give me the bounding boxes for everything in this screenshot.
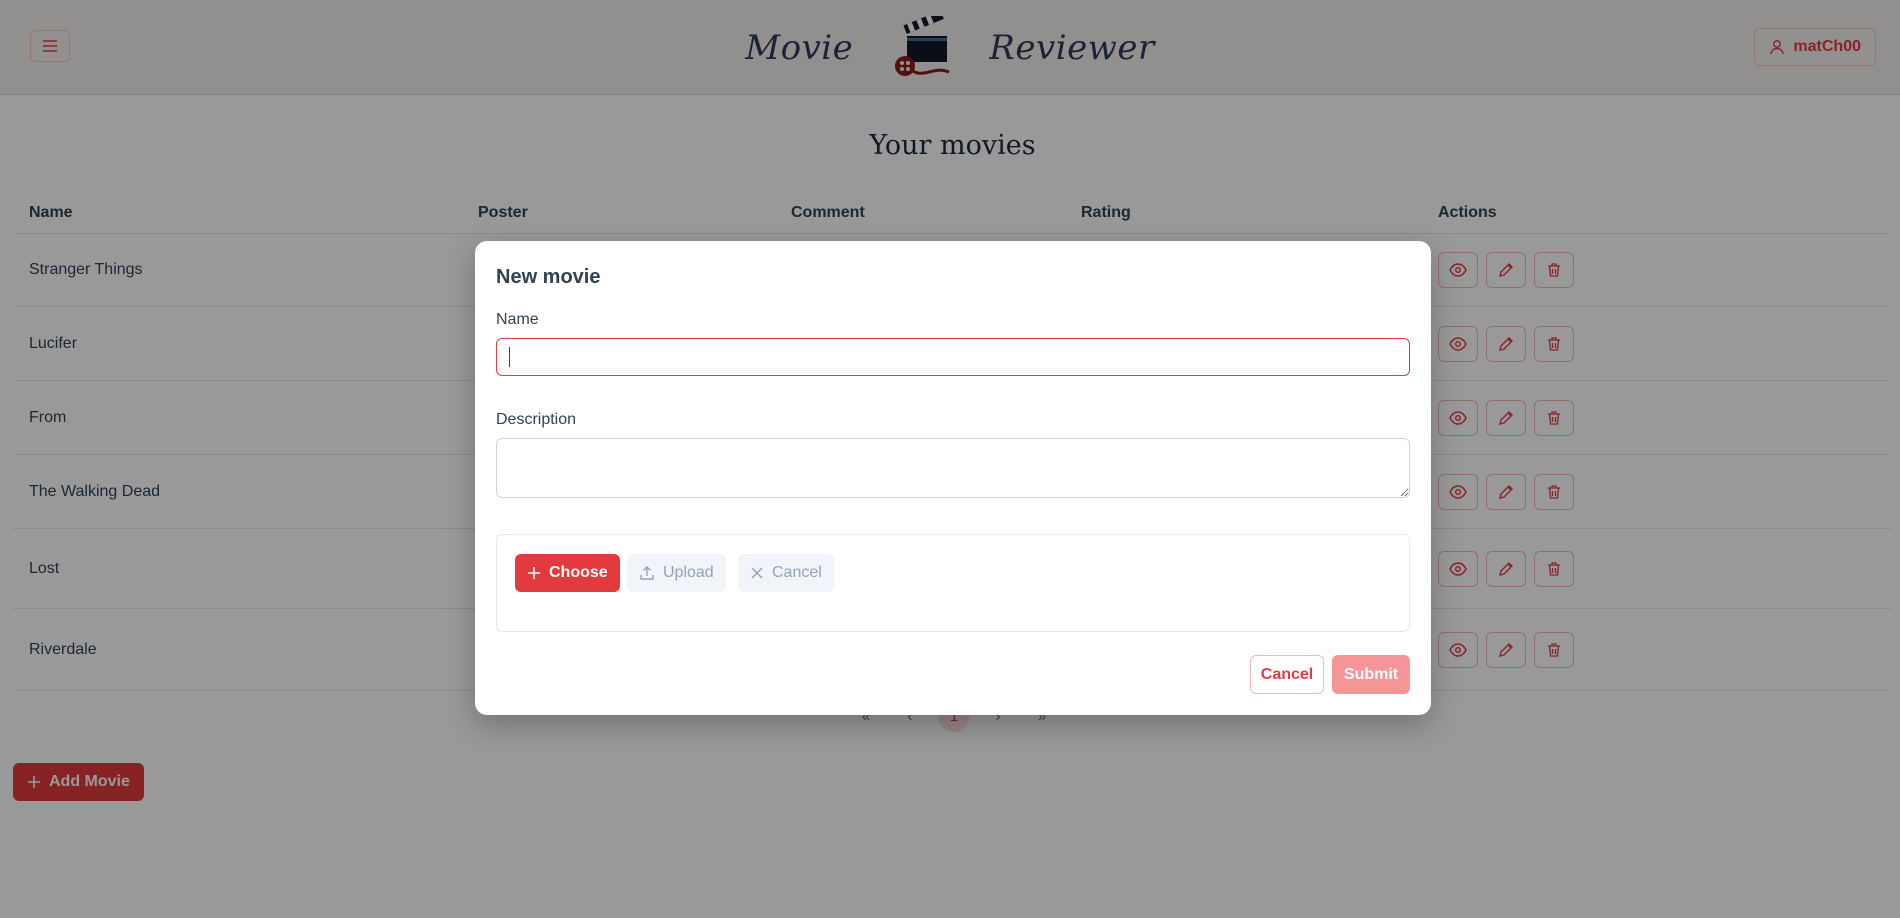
choose-label: Choose — [549, 564, 608, 581]
upload-button[interactable]: Upload — [627, 554, 726, 592]
upload-cancel-button[interactable]: Cancel — [738, 554, 834, 592]
upload-icon — [640, 566, 654, 580]
plus-icon — [528, 567, 540, 579]
text-caret — [509, 347, 510, 367]
name-input[interactable] — [496, 338, 1410, 376]
choose-file-button[interactable]: Choose — [515, 554, 620, 592]
description-label: Description — [496, 411, 577, 428]
cancel-button[interactable]: Cancel — [1250, 655, 1324, 694]
dialog-title: New movie — [496, 266, 601, 288]
upload-label: Upload — [663, 564, 714, 581]
submit-button[interactable]: Submit — [1332, 655, 1410, 694]
name-label: Name — [496, 311, 539, 328]
poster-upload-panel: Choose Upload Cancel — [496, 534, 1410, 632]
upload-cancel-label: Cancel — [772, 564, 822, 581]
new-movie-dialog: New movie Name Description Choose Upload… — [475, 241, 1431, 715]
description-textarea[interactable] — [496, 438, 1410, 498]
close-icon — [751, 567, 763, 579]
